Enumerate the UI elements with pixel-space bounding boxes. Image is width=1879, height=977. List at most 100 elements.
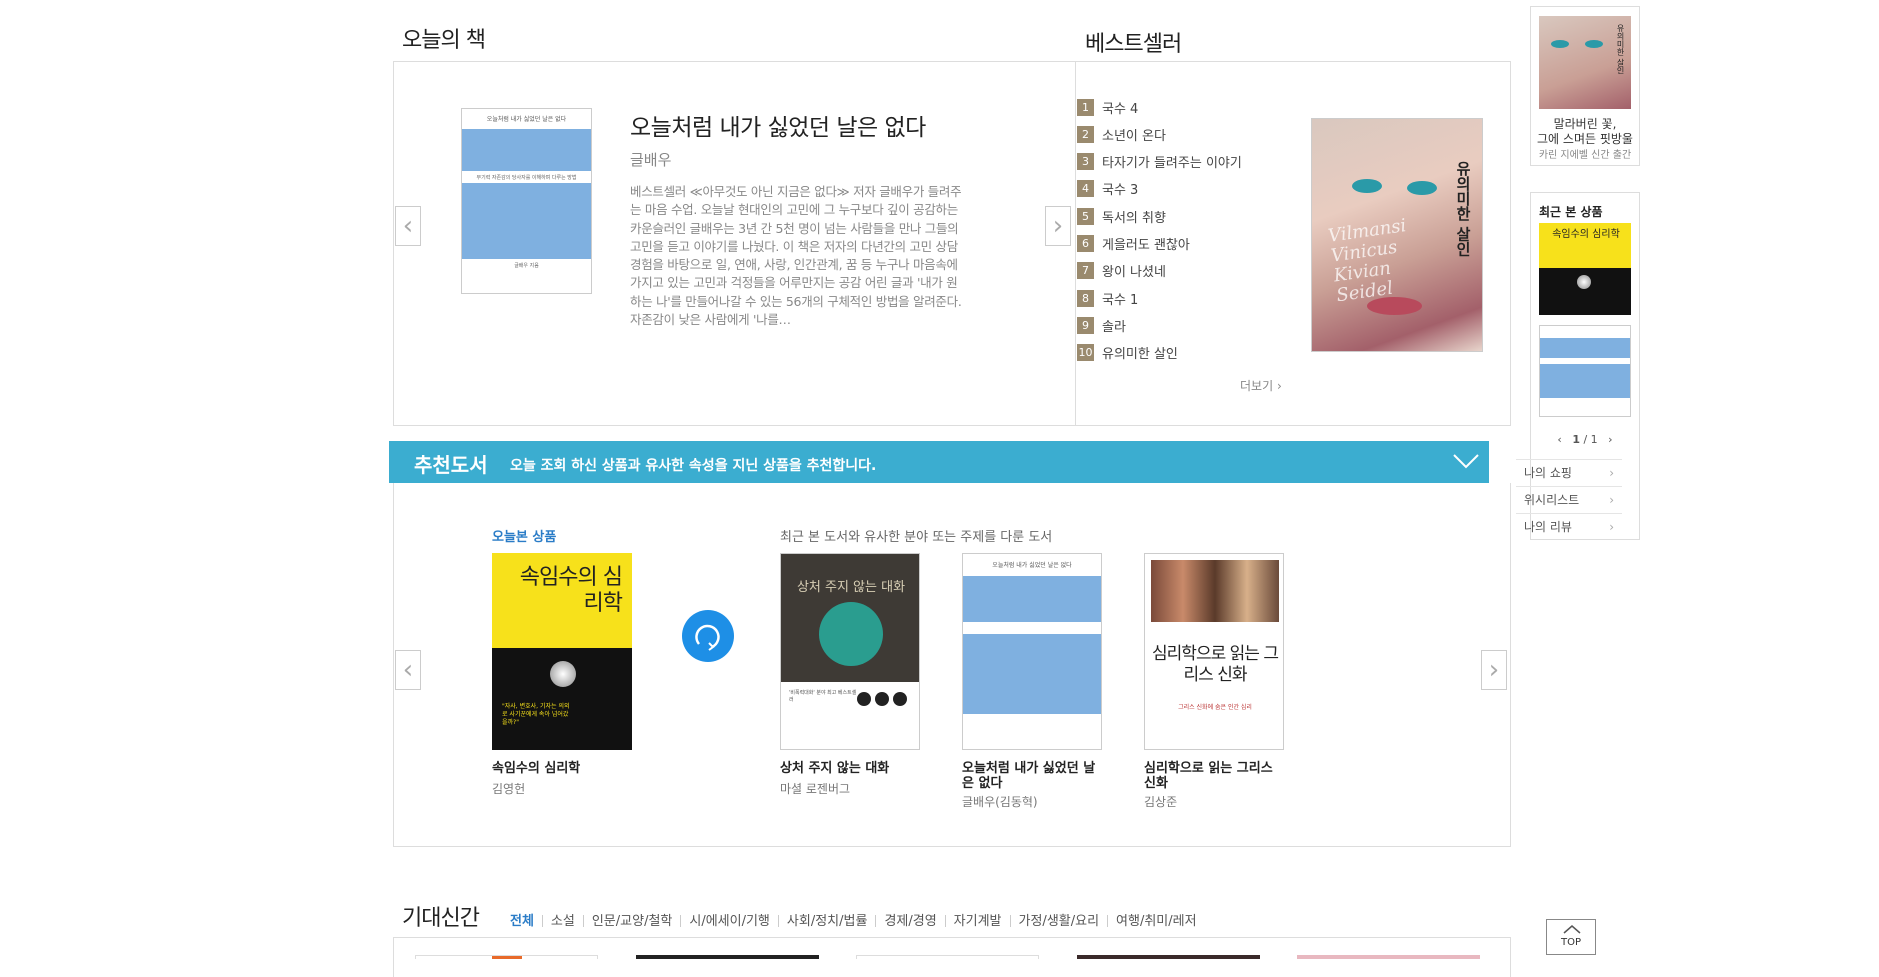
- refresh-icon[interactable]: [682, 610, 734, 662]
- bestseller-item-title: 솔라: [1102, 319, 1126, 335]
- moon-shape: [550, 661, 576, 687]
- recent-pager[interactable]: ‹ 1 / 1 ›: [1531, 433, 1639, 446]
- rec-book-cover-3[interactable]: 오늘처럼 내가 싫었던 날은 없다: [962, 553, 1102, 750]
- upcoming-book-thumb[interactable]: [415, 955, 598, 959]
- upcoming-tab[interactable]: 여행/취미/레저: [1116, 914, 1197, 929]
- upcoming-book-thumb[interactable]: [856, 955, 1039, 959]
- rec-book-cover-1[interactable]: 속임수의 심리학 "자사, 변호사, 기자는 의외로 사기꾼에게 속아 넘어갔을…: [492, 553, 632, 750]
- sidebar-link-label: 나의 리뷰: [1524, 520, 1572, 534]
- award-icon: [857, 692, 871, 706]
- recent-cover-1[interactable]: 속임수의 심리학: [1539, 223, 1631, 315]
- today-book-title[interactable]: 오늘처럼 내가 싫었던 날은 없다: [630, 108, 926, 142]
- rec-book-author-2[interactable]: 마셜 로젠버그: [780, 780, 850, 797]
- upcoming-tab[interactable]: 자기계발: [954, 914, 1002, 929]
- bestseller-more-link[interactable]: 더보기 ›: [1240, 377, 1282, 394]
- today-book-author[interactable]: 글배우: [630, 149, 671, 170]
- rec-book-author-4[interactable]: 김상준: [1144, 793, 1177, 810]
- upcoming-tabs: 전체 소설 인문/교양/철학 시/에세이/기행 사회/정치/법률 경제/경영 자기계발 가정/…: [510, 910, 1197, 929]
- recommend-next-arrow[interactable]: ›: [1481, 650, 1507, 690]
- upcoming-tab[interactable]: 가정/생활/요리: [1019, 914, 1100, 929]
- bestseller-cover[interactable]: 유의미한 살인 Vilmansi Vinicus Kivian Seidel: [1311, 118, 1483, 352]
- recent-cover-2[interactable]: [1539, 325, 1631, 417]
- chevron-right-icon: ›: [1609, 465, 1614, 480]
- upcoming-book-thumb[interactable]: [1077, 955, 1260, 959]
- sidebar-link-my-review[interactable]: 나의 리뷰 ›: [1516, 513, 1622, 539]
- bestseller-item[interactable]: 4 국수 3: [1077, 179, 1138, 199]
- award-icon: [875, 692, 889, 706]
- recommend-title: 추천도서: [414, 453, 488, 477]
- bestseller-item[interactable]: 7 왕이 나셨네: [1077, 261, 1166, 281]
- sidebar-ad-line-3: 카린 지에벨 신간 출간: [1538, 150, 1632, 161]
- today-prev-arrow[interactable]: ‹: [395, 206, 421, 246]
- rec-book-title-2[interactable]: 상처 주지 않는 대화: [780, 761, 889, 776]
- chevron-left-icon[interactable]: ‹: [1557, 433, 1561, 446]
- rec-book-cover-4[interactable]: 심리학으로 읽는 그리스 신화 그리스 신화에 숨은 인간 심리: [1144, 553, 1284, 750]
- chevron-right-icon[interactable]: ›: [1608, 433, 1612, 446]
- upcoming-tab[interactable]: 전체: [510, 914, 534, 929]
- top-label: TOP: [1560, 937, 1581, 948]
- rec-book-author-3[interactable]: 글배우(김동혁): [962, 793, 1038, 810]
- eye-shape: [1585, 40, 1603, 48]
- bestseller-item[interactable]: 9 솔라: [1077, 315, 1126, 335]
- bestseller-cover-script: Vilmansi Vinicus Kivian Seidel: [1326, 215, 1408, 307]
- upcoming-tab[interactable]: 사회/정치/법률: [787, 914, 868, 929]
- bestseller-cover-title: 유의미한 살인: [1454, 161, 1472, 257]
- arrow-up-icon: [1563, 925, 1581, 934]
- bestseller-item-title: 게을러도 괜찮아: [1102, 238, 1190, 253]
- rank-badge: 5: [1077, 207, 1094, 225]
- bestseller-item-title: 소년이 온다: [1102, 128, 1166, 144]
- pager-total: / 1: [1583, 433, 1598, 446]
- sidebar-link-wishlist[interactable]: 위시리스트 ›: [1516, 486, 1622, 512]
- rec-book-title-4[interactable]: 심리학으로 읽는 그리스 신화: [1144, 761, 1284, 791]
- chevron-right-icon: ›: [1609, 492, 1614, 507]
- bestseller-item[interactable]: 3 타자기가 들려주는 이야기: [1077, 152, 1242, 172]
- moon-shape: [1577, 275, 1591, 289]
- upcoming-book-thumb[interactable]: [636, 955, 819, 959]
- chevron-down-icon[interactable]: [1453, 453, 1479, 469]
- bestseller-item[interactable]: 2 소년이 온다: [1077, 124, 1166, 144]
- today-next-arrow[interactable]: ›: [1045, 206, 1071, 246]
- rec-cover-note-2: '비폭력대화' 분야 최고 베스트셀러: [789, 690, 857, 703]
- rank-badge: 8: [1077, 289, 1094, 307]
- bestseller-item[interactable]: 10 유의미한 살인: [1077, 343, 1178, 363]
- rec-cover-text-4: 심리학으로 읽는 그리스 신화: [1152, 644, 1279, 685]
- heart-circle-shape: [819, 602, 883, 666]
- rank-badge: 6: [1077, 235, 1094, 252]
- tab-separator: [541, 914, 543, 927]
- recommend-bar[interactable]: 추천도서 오늘 조회 하신 상품과 유사한 속성을 지닌 상품을 추천합니다.: [389, 441, 1489, 483]
- bestseller-item[interactable]: 1 국수 4: [1077, 97, 1138, 117]
- upcoming-book-thumb[interactable]: [1297, 955, 1480, 959]
- upcoming-tab[interactable]: 인문/교양/철학: [592, 914, 673, 929]
- tab-separator: [1107, 914, 1109, 927]
- today-book-description: 베스트셀러 ≪아무것도 아닌 지금은 없다≫ 저자 글배우가 들려주는 마음 수…: [630, 184, 962, 328]
- recent-cover-1-text: 속임수의 심리학: [1552, 229, 1620, 240]
- recent-items-title: 최근 본 상품: [1539, 205, 1603, 219]
- tab-separator: [1009, 914, 1011, 927]
- bestseller-item[interactable]: 6 게을러도 괜찮아: [1077, 234, 1190, 254]
- rank-badge: 1: [1077, 98, 1094, 116]
- sidebar-ad-line-2: 그에 스며든 핏방울: [1537, 132, 1633, 146]
- rec-book-cover-2[interactable]: 상처 주지 않는 대화 '비폭력대화' 분야 최고 베스트셀러: [780, 553, 920, 750]
- panel-divider: [1075, 61, 1076, 426]
- pager-current: 1: [1572, 433, 1580, 446]
- tab-separator: [582, 914, 584, 927]
- rec-cover-text-1: 속임수의 심리학: [519, 565, 623, 616]
- today-book-cover[interactable]: 오늘처럼 내가 싫었던 날은 없다 무기력 자존감의 당사자를 이해하며 다루는…: [461, 108, 592, 294]
- rec-book-title-3[interactable]: 오늘처럼 내가 싫었던 날은 없다: [962, 761, 1102, 791]
- rank-badge: 3: [1077, 153, 1094, 171]
- top-button[interactable]: TOP: [1546, 919, 1596, 955]
- sidebar-link-my-shopping[interactable]: 나의 쇼핑 ›: [1516, 459, 1622, 485]
- sidebar-ad[interactable]: 유의미한 살인 말라버린 꽃, 그에 스며든 핏방울 카린 지에벨 신간 출간: [1530, 6, 1640, 166]
- rec-book-author-1[interactable]: 김영헌: [492, 780, 525, 797]
- recommend-prev-arrow[interactable]: ‹: [395, 650, 421, 690]
- bestseller-item[interactable]: 5 독서의 취향: [1077, 206, 1166, 226]
- rec-book-title-1[interactable]: 속임수의 심리학: [492, 761, 580, 776]
- upcoming-tab[interactable]: 경제/경영: [884, 914, 936, 929]
- sidebar-ad-cover: 유의미한 살인: [1539, 16, 1631, 109]
- bestseller-item[interactable]: 8 국수 1: [1077, 288, 1138, 308]
- upcoming-tab[interactable]: 소설: [551, 914, 575, 929]
- rank-badge: 2: [1077, 125, 1094, 143]
- upcoming-tab[interactable]: 시/에세이/기행: [689, 914, 770, 929]
- award-icon: [893, 692, 907, 706]
- rec-cover-note-4: 그리스 신화에 숨은 인간 심리: [1178, 704, 1252, 711]
